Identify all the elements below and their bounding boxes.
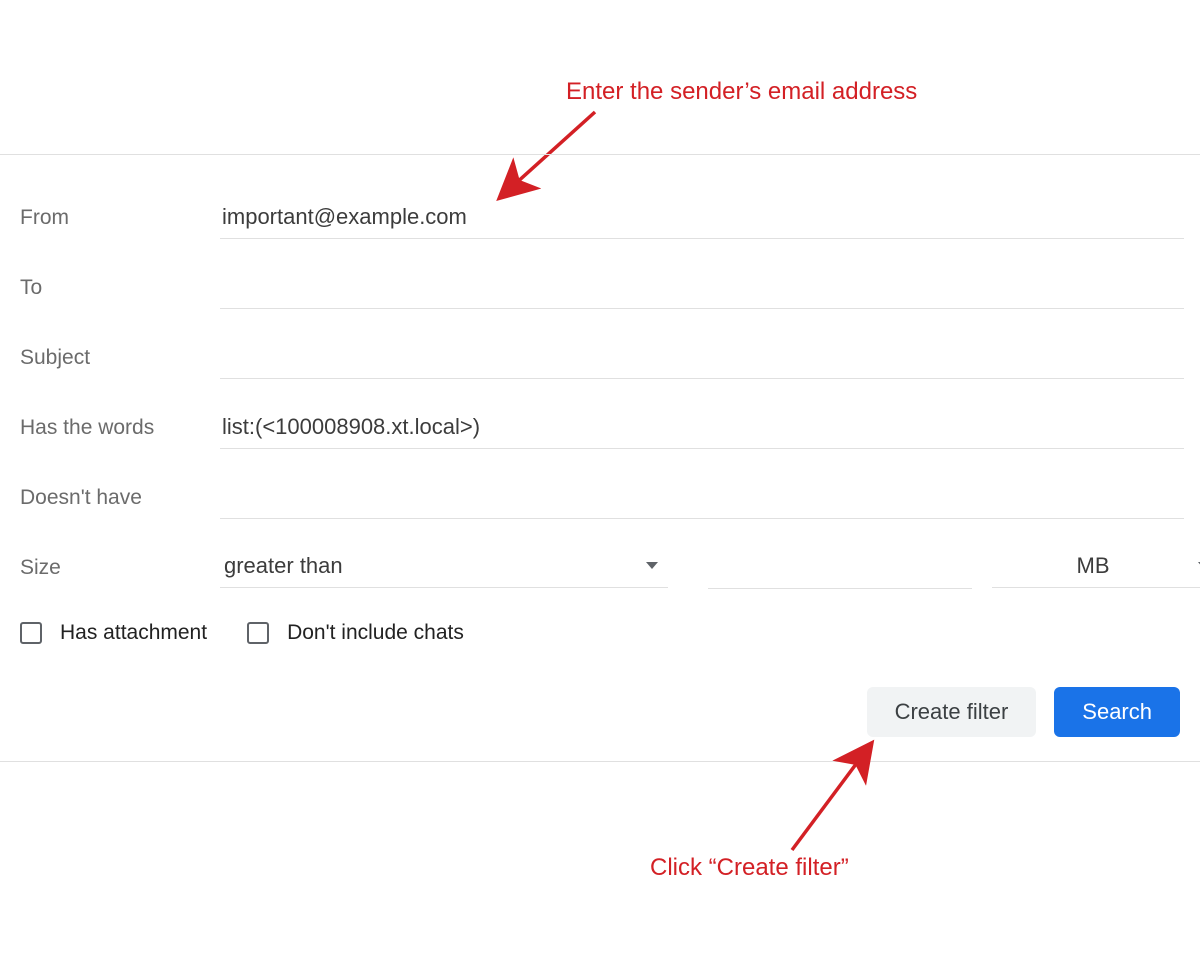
annotation-bottom: Click “Create filter” (650, 854, 849, 882)
stage: Enter the sender’s email address From To… (0, 0, 1200, 960)
arrow-to-create-filter (0, 0, 1200, 960)
